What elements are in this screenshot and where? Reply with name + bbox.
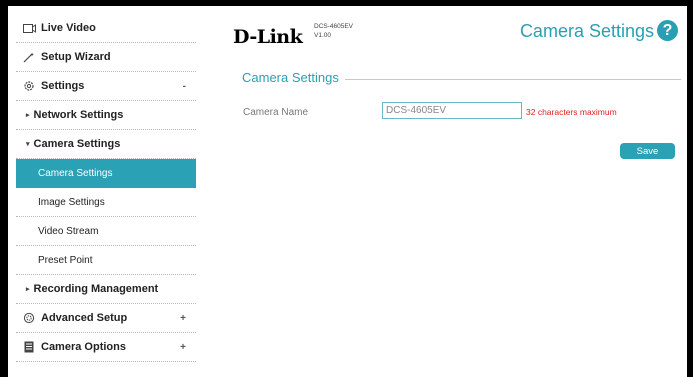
- sidebar-item-label: Advanced Setup: [41, 312, 128, 324]
- section-divider: [338, 79, 681, 80]
- model-name: DCS-4605EV: [314, 23, 354, 30]
- video-icon: [22, 22, 36, 34]
- sidebar-item-label: Settings: [41, 80, 85, 92]
- chevron-right-icon: ▸: [26, 112, 30, 119]
- camera-name-hint: 32 characters maximum: [526, 107, 617, 117]
- sidebar-item-label: Camera Options: [41, 341, 126, 353]
- sidebar-item-label: Image Settings: [38, 196, 105, 208]
- sidebar-item-label: Camera Settings: [38, 167, 113, 179]
- sidebar-item-label: Setup Wizard: [41, 51, 111, 63]
- chevron-right-icon: ▸: [26, 286, 30, 293]
- sidebar-item-live-video[interactable]: Live Video: [16, 14, 196, 43]
- page-title: Camera Settings: [519, 21, 654, 41]
- sidebar-item-label: Live Video: [41, 22, 96, 34]
- sidebar-item-setup-wizard[interactable]: Setup Wizard: [16, 43, 196, 72]
- sidebar-subitem-video-stream[interactable]: Video Stream: [16, 217, 196, 246]
- sidebar-item-advanced-setup[interactable]: Advanced Setup +: [16, 304, 196, 333]
- sidebar-item-camera-options[interactable]: Camera Options +: [16, 333, 196, 362]
- sidebar-item-label: Preset Point: [38, 254, 93, 266]
- model-info: DCS-4605EV V1.00: [314, 22, 353, 40]
- sidebar-item-camera-settings[interactable]: ▾ Camera Settings: [16, 130, 196, 159]
- sidebar-item-label: Network Settings: [33, 109, 124, 121]
- sidebar-item-label: Camera Settings: [33, 138, 121, 150]
- sidebar-item-recording-management[interactable]: ▸ Recording Management: [16, 275, 196, 304]
- sidebar-nav: Live Video Setup Wizard Settings - ▸ Net…: [16, 14, 196, 362]
- advanced-gear-icon: [22, 312, 36, 324]
- sidebar-item-label: Recording Management: [33, 283, 159, 295]
- firmware-version: V1.00: [314, 32, 331, 39]
- chevron-down-icon: ▾: [26, 141, 30, 148]
- save-button[interactable]: Save: [620, 143, 675, 159]
- sidebar-item-label: Video Stream: [38, 225, 99, 237]
- sidebar-subitem-image-settings[interactable]: Image Settings: [16, 188, 196, 217]
- sidebar-item-settings[interactable]: Settings -: [16, 72, 196, 101]
- section-title: Camera Settings: [242, 70, 345, 85]
- camera-name-input[interactable]: [382, 102, 522, 119]
- expand-toggle[interactable]: +: [180, 313, 186, 324]
- sidebar-item-network-settings[interactable]: ▸ Network Settings: [16, 101, 196, 130]
- collapse-toggle[interactable]: -: [183, 81, 186, 92]
- camera-name-label: Camera Name: [243, 107, 309, 118]
- sidebar-subitem-preset-point[interactable]: Preset Point: [16, 246, 196, 275]
- gear-icon: [22, 80, 36, 92]
- help-icon[interactable]: ?: [657, 20, 678, 41]
- sidebar-subitem-camera-settings[interactable]: Camera Settings: [16, 159, 196, 188]
- document-icon: [22, 341, 36, 353]
- expand-toggle[interactable]: +: [180, 342, 186, 353]
- magic-wand-icon: [22, 51, 36, 63]
- app-frame: Live Video Setup Wizard Settings - ▸ Net…: [8, 6, 687, 377]
- brand-logo: D-Link: [233, 26, 303, 48]
